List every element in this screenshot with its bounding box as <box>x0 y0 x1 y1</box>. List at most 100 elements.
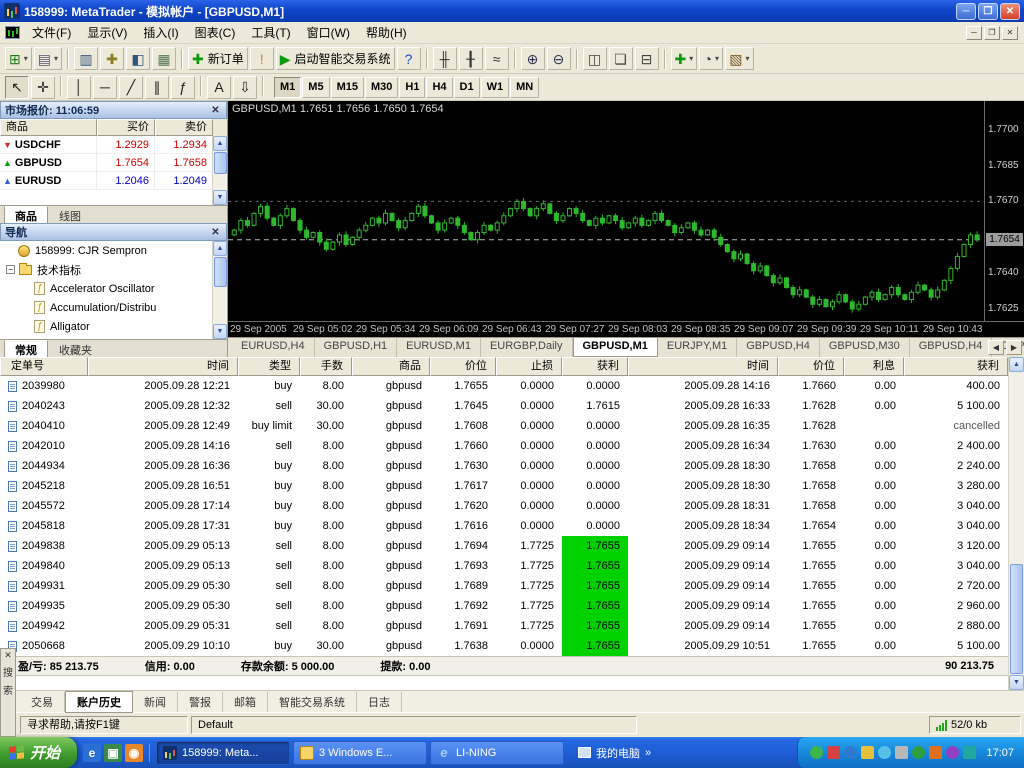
tree-item-indicator[interactable]: ƒAccumulation/Distribu <box>0 298 227 317</box>
navigator-toggle-button[interactable]: ◧ <box>126 47 150 70</box>
market-watch-row[interactable]: ▲GBPUSD1.76541.7658 <box>0 154 227 172</box>
column-open-price[interactable]: 价位 <box>430 357 496 376</box>
tray-icon[interactable] <box>827 746 840 759</box>
tile-vertical-button[interactable]: ⊟ <box>635 47 659 70</box>
close-button[interactable]: ✕ <box>1000 3 1020 20</box>
timeframe-w1-button[interactable]: W1 <box>481 77 510 98</box>
collapse-icon[interactable]: − <box>6 265 15 274</box>
tree-item-indicator[interactable]: ƒAccelerator Oscillator <box>0 279 227 298</box>
dropdown-arrow-icon[interactable]: ▾ <box>24 54 28 63</box>
column-stop-loss[interactable]: 止损 <box>496 357 562 376</box>
start-button[interactable]: 开始 <box>0 737 77 768</box>
status-profile[interactable]: Default <box>191 716 637 734</box>
scroll-thumb[interactable] <box>214 257 227 287</box>
history-row[interactable]: 20499312005.09.29 05:30sell8.00gbpusd1.7… <box>0 576 1024 596</box>
column-symbol[interactable]: 商品 <box>352 357 430 376</box>
zoom-in-button[interactable]: ⊕ <box>521 47 545 70</box>
chart-window-icon[interactable] <box>5 26 20 39</box>
column-open-time[interactable]: 时间 <box>88 357 238 376</box>
menu-item[interactable]: 插入(I) <box>135 21 186 44</box>
desktop-toolbar[interactable]: 我的电脑 » <box>578 745 651 761</box>
vertical-line-button[interactable]: │ <box>67 76 91 99</box>
desk-band-close-icon[interactable]: ✕ <box>4 650 12 661</box>
crosshair-button[interactable]: ✛ <box>31 76 55 99</box>
chart-tab[interactable]: EURUSD,H4 <box>232 338 315 357</box>
column-ask[interactable]: 卖价 <box>155 119 213 136</box>
timeframe-d1-button[interactable]: D1 <box>454 77 480 98</box>
tray-icon[interactable] <box>946 746 959 759</box>
tray-icon[interactable] <box>895 746 908 759</box>
timeframe-m1-button[interactable]: M1 <box>274 77 301 98</box>
cursor-button[interactable]: ↖ <box>5 76 29 99</box>
column-type[interactable]: 类型 <box>238 357 300 376</box>
history-row[interactable]: 20499422005.09.29 05:31sell8.00gbpusd1.7… <box>0 616 1024 636</box>
media-player-icon[interactable]: ◉ <box>125 744 143 762</box>
menu-item[interactable]: 窗口(W) <box>299 21 358 44</box>
terminal-tab[interactable]: 新闻 <box>133 692 178 712</box>
mdi-minimize-button[interactable]: ─ <box>966 26 982 40</box>
history-row[interactable]: 20498382005.09.29 05:13sell8.00gbpusd1.7… <box>0 536 1024 556</box>
arrows-button[interactable]: ⇩ <box>233 76 257 99</box>
taskbar-task[interactable]: eLI-NING <box>430 741 564 765</box>
scroll-down-icon[interactable]: ▼ <box>213 190 227 205</box>
market-watch-close-icon[interactable]: ✕ <box>209 105 222 116</box>
column-symbol[interactable]: 商品 <box>0 119 97 136</box>
terminal-tab[interactable]: 警报 <box>178 692 223 712</box>
mdi-close-button[interactable]: ✕ <box>1002 26 1018 40</box>
column-lots[interactable]: 手数 <box>300 357 352 376</box>
tray-icon[interactable] <box>844 746 857 759</box>
indicators-button[interactable]: ✚▾ <box>671 47 698 70</box>
text-label-button[interactable]: A <box>207 76 231 99</box>
restore-button[interactable]: ❐ <box>978 3 998 20</box>
channel-button[interactable]: ∥ <box>145 76 169 99</box>
scroll-up-icon[interactable]: ▲ <box>213 241 227 256</box>
column-close-price[interactable]: 价位 <box>778 357 844 376</box>
chart-tab[interactable]: EURGBP,Daily <box>481 338 573 357</box>
timeframe-m30-button[interactable]: M30 <box>365 77 398 98</box>
dropdown-arrow-icon[interactable]: ▾ <box>689 54 693 63</box>
tile-windows-button[interactable]: ◫ <box>583 47 607 70</box>
timeframe-m5-button[interactable]: M5 <box>302 77 329 98</box>
chart-tab[interactable]: GBPUSD,M1 <box>573 338 658 357</box>
data-window-toggle-button[interactable]: ✚ <box>100 47 124 70</box>
navigator-close-icon[interactable]: ✕ <box>209 227 222 238</box>
tree-item-indicators-folder[interactable]: − 技术指标 <box>0 260 227 279</box>
templates-button[interactable]: ▧▾ <box>725 47 753 70</box>
market-watch-scrollbar[interactable]: ▲ ▼ <box>212 136 227 205</box>
new-chart-button[interactable]: ⊞▾ <box>5 47 32 70</box>
dropdown-arrow-icon[interactable]: ▾ <box>715 54 719 63</box>
chart-plot[interactable]: GBPUSD,M1 1.7651 1.7656 1.7650 1.7654 <box>228 101 984 321</box>
mdi-restore-button[interactable]: ❐ <box>984 26 1000 40</box>
column-take-profit[interactable]: 获利 <box>562 357 628 376</box>
history-row[interactable]: 20449342005.09.28 16:36buy8.00gbpusd1.76… <box>0 456 1024 476</box>
history-row[interactable]: 20506682005.09.29 10:10buy30.00gbpusd1.7… <box>0 636 1024 656</box>
dropdown-arrow-icon[interactable]: ▾ <box>746 54 750 63</box>
taskbar-task[interactable]: 3 Windows E... <box>293 741 427 765</box>
menu-item[interactable]: 帮助(H) <box>358 21 415 44</box>
timeframe-m15-button[interactable]: M15 <box>331 77 364 98</box>
tray-icon[interactable] <box>912 746 925 759</box>
history-row[interactable]: 20455722005.09.28 17:14buy8.00gbpusd1.76… <box>0 496 1024 516</box>
time-axis[interactable]: 29 Sep 200529 Sep 05:0229 Sep 05:3429 Se… <box>228 322 984 337</box>
candlestick-button[interactable]: ╂ <box>459 47 483 70</box>
dropdown-arrow-icon[interactable]: ▾ <box>54 54 58 63</box>
menu-item[interactable]: 文件(F) <box>24 21 79 44</box>
minimize-button[interactable]: ─ <box>956 3 976 20</box>
scroll-down-icon[interactable]: ▼ <box>213 324 227 339</box>
chart-tab[interactable]: EURUSD,M1 <box>397 338 481 357</box>
tray-icon[interactable] <box>878 746 891 759</box>
scroll-down-icon[interactable]: ▼ <box>1009 675 1024 690</box>
tray-icon[interactable] <box>929 746 942 759</box>
market-watch-row[interactable]: ▼USDCHF1.29291.2934 <box>0 136 227 154</box>
column-swap[interactable]: 利息 <box>844 357 904 376</box>
timeframe-mn-button[interactable]: MN <box>510 77 539 98</box>
show-desktop-icon[interactable]: ▣ <box>104 744 122 762</box>
profiles-button[interactable]: ▤▾ <box>34 47 62 70</box>
history-row[interactable]: 20420102005.09.28 14:16sell8.00gbpusd1.7… <box>0 436 1024 456</box>
horizontal-line-button[interactable]: ─ <box>93 76 117 99</box>
tray-icon[interactable] <box>963 746 976 759</box>
scroll-thumb[interactable] <box>214 152 227 174</box>
scroll-thumb[interactable] <box>1010 564 1023 674</box>
zoom-out-button[interactable]: ⊖ <box>547 47 571 70</box>
periods-button[interactable]: ◔▾ <box>699 47 723 70</box>
